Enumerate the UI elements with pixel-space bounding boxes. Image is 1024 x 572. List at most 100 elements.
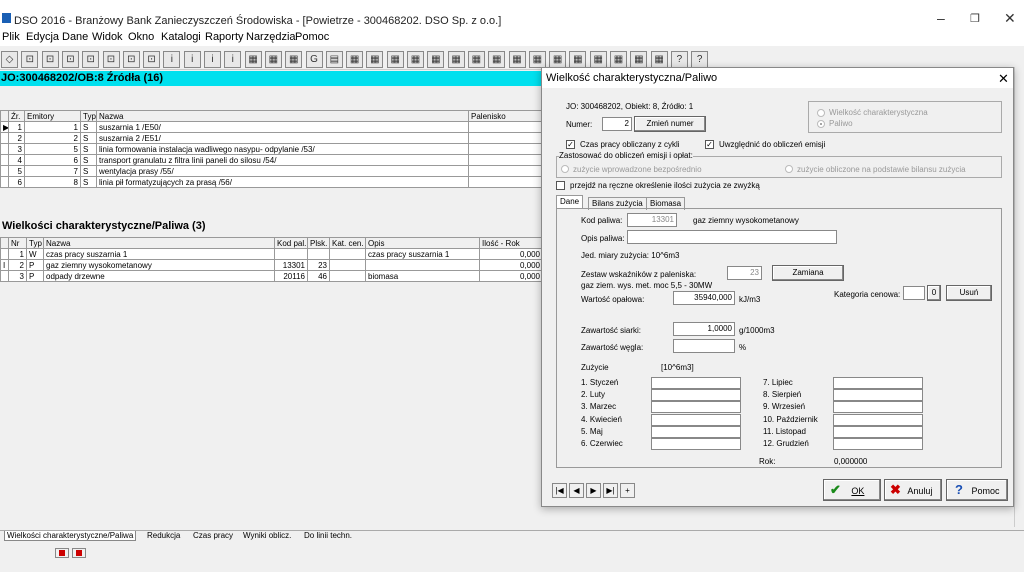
- tab-wielkosci[interactable]: Wielkości charakterystyczne/Paliwa: [4, 531, 137, 541]
- toolbar-button-icon[interactable]: ▦: [630, 51, 648, 68]
- fuel-row[interactable]: I 2 Pgaz ziemny wysokometanowy 13301 23 0,000: [0, 259, 543, 271]
- toolbar-button-icon[interactable]: ⊡: [41, 51, 59, 68]
- wegiel-field[interactable]: [673, 339, 735, 353]
- numer-field[interactable]: 2: [602, 117, 632, 131]
- chk-przejdz[interactable]: [556, 181, 565, 190]
- nav-next-button[interactable]: ▶: [586, 483, 601, 498]
- nav-prev-button[interactable]: ◀: [569, 483, 584, 498]
- main-scrollbar[interactable]: [1014, 67, 1024, 527]
- source-row[interactable]: 5 7 Swentylacja prasy /55/: [0, 165, 543, 177]
- toolbar-button-icon[interactable]: i: [204, 51, 221, 68]
- toolbar-button-icon[interactable]: ⊡: [143, 51, 161, 68]
- opis-field[interactable]: [627, 230, 837, 244]
- menu-pomoc[interactable]: Pomoc: [295, 31, 329, 43]
- source-row[interactable]: 4 6 Stransport granulatu z filtra linii pa…: [0, 154, 543, 166]
- toolbar-button-icon[interactable]: ▦: [285, 51, 303, 68]
- month-field[interactable]: [651, 425, 741, 438]
- month-field[interactable]: [651, 389, 741, 402]
- toolbar-button-icon[interactable]: i: [183, 51, 201, 68]
- month-field[interactable]: [651, 377, 741, 389]
- toolbar-button-icon[interactable]: ?: [691, 51, 709, 68]
- close-button[interactable]: ✕: [1004, 10, 1016, 27]
- anuluj-button[interactable]: ✖ Anuluj: [884, 479, 942, 501]
- kod-field[interactable]: 13301: [627, 213, 677, 227]
- record-add-icon[interactable]: [72, 548, 86, 558]
- toolbar-button-icon[interactable]: ▦: [569, 51, 587, 68]
- toolbar-button-icon[interactable]: ▦: [427, 51, 445, 68]
- radio-zuzycie-wprowadzone[interactable]: [561, 165, 569, 173]
- toolbar-button-icon[interactable]: ⊡: [102, 51, 120, 68]
- radio-zuzycie-obliczone[interactable]: [785, 165, 793, 173]
- toolbar-button-icon[interactable]: ▦: [488, 51, 506, 68]
- menu-okno[interactable]: Okno: [128, 31, 154, 43]
- month-field[interactable]: [651, 438, 741, 450]
- radio-paliwo[interactable]: [817, 120, 825, 128]
- menu-plik[interactable]: Plik: [2, 31, 20, 43]
- kategoria-field[interactable]: [903, 286, 925, 300]
- zamiana-button[interactable]: Zamiana: [772, 265, 844, 281]
- tab-wyniki[interactable]: Wyniki oblicz.: [241, 531, 293, 540]
- toolbar-button-icon[interactable]: ▦: [244, 51, 262, 68]
- ok-button[interactable]: ✔ OK: [823, 479, 881, 501]
- toolbar-button-icon[interactable]: ▦: [549, 51, 567, 68]
- usun-button[interactable]: Usuń: [946, 285, 992, 301]
- toolbar-button-icon[interactable]: ▦: [528, 51, 546, 68]
- fuel-row[interactable]: 1 Wczas pracy suszarnia 1 czas pracy susza…: [0, 248, 543, 260]
- month-field[interactable]: [651, 413, 741, 426]
- menu-edycja[interactable]: Edycja: [26, 31, 59, 43]
- toolbar-button-icon[interactable]: ⊡: [122, 51, 140, 68]
- wartosc-field[interactable]: 35940,000: [673, 291, 735, 305]
- source-row[interactable]: 3 5 Slinia formowania instalacja wadliwego…: [0, 143, 543, 155]
- menu-katalogi[interactable]: Katalogi: [161, 31, 201, 43]
- nav-first-button[interactable]: |◀: [552, 483, 567, 498]
- toolbar-button-icon[interactable]: ▦: [610, 51, 627, 68]
- month-field[interactable]: [833, 377, 923, 389]
- source-row[interactable]: 2 2 Ssuszarnia 2 /E51/: [0, 132, 543, 144]
- toolbar-button-icon[interactable]: ▦: [264, 51, 282, 68]
- toolbar-button-icon[interactable]: ▦: [447, 51, 465, 68]
- source-row[interactable]: 6 8 Slinia pił formatyzujących za prasą /5…: [0, 176, 543, 188]
- nav-add-button[interactable]: +: [620, 483, 635, 498]
- month-field[interactable]: [833, 438, 923, 450]
- zmien-numer-button[interactable]: Zmień numer: [634, 116, 706, 132]
- toolbar-button-icon[interactable]: ▦: [650, 51, 668, 68]
- nav-last-button[interactable]: ▶|: [603, 483, 618, 498]
- toolbar-button-icon[interactable]: ◇: [1, 51, 18, 68]
- restore-button[interactable]: ❐: [970, 12, 980, 25]
- month-field[interactable]: [833, 425, 923, 438]
- toolbar-button-icon[interactable]: ▦: [508, 51, 526, 68]
- toolbar-button-icon[interactable]: i: [224, 51, 242, 68]
- zestaw-field[interactable]: 23: [727, 266, 762, 280]
- menu-narzedzia[interactable]: Narzędzia: [246, 31, 296, 43]
- fuel-row[interactable]: 3 Podpady drzewne 20116 46 biomasa 0,000: [0, 270, 543, 282]
- toolbar-button-icon[interactable]: ?: [670, 51, 688, 68]
- toolbar-button-icon[interactable]: G: [305, 51, 323, 68]
- toolbar-button-icon[interactable]: ⊡: [82, 51, 100, 68]
- record-icon[interactable]: [55, 548, 69, 558]
- toolbar-button-icon[interactable]: ⊡: [21, 51, 39, 68]
- toolbar-button-icon[interactable]: ▦: [366, 51, 384, 68]
- dialog-close-button[interactable]: ✕: [998, 71, 1009, 87]
- tab-dane[interactable]: Dane: [556, 195, 584, 208]
- menu-widok[interactable]: Widok: [92, 31, 123, 43]
- tab-redukcja[interactable]: Redukcja: [145, 531, 182, 540]
- tab-do-linii[interactable]: Do linii techn.: [302, 531, 354, 540]
- source-row[interactable]: ▶11Ssuszarnia 1 /E50/: [0, 121, 543, 133]
- toolbar-button-icon[interactable]: ▦: [407, 51, 424, 68]
- pomoc-button[interactable]: ? Pomoc: [946, 479, 1008, 501]
- radio-wielkosc[interactable]: [817, 109, 825, 117]
- toolbar-button-icon[interactable]: ▦: [589, 51, 607, 68]
- chk-uwzglednic[interactable]: ✓: [705, 140, 714, 149]
- month-field[interactable]: [651, 401, 741, 414]
- kategoria-button[interactable]: 0: [927, 285, 941, 301]
- minimize-button[interactable]: –: [937, 10, 945, 26]
- toolbar-button-icon[interactable]: ⊡: [61, 51, 79, 68]
- menu-raporty[interactable]: Raporty: [205, 31, 244, 43]
- toolbar-button-icon[interactable]: i: [163, 51, 181, 68]
- month-field[interactable]: [833, 401, 923, 414]
- toolbar-button-icon[interactable]: ▦: [386, 51, 404, 68]
- month-field[interactable]: [833, 413, 923, 426]
- tab-czas-pracy[interactable]: Czas pracy: [191, 531, 235, 540]
- toolbar-button-icon[interactable]: ▤: [325, 51, 343, 68]
- toolbar-button-icon[interactable]: ▦: [467, 51, 485, 68]
